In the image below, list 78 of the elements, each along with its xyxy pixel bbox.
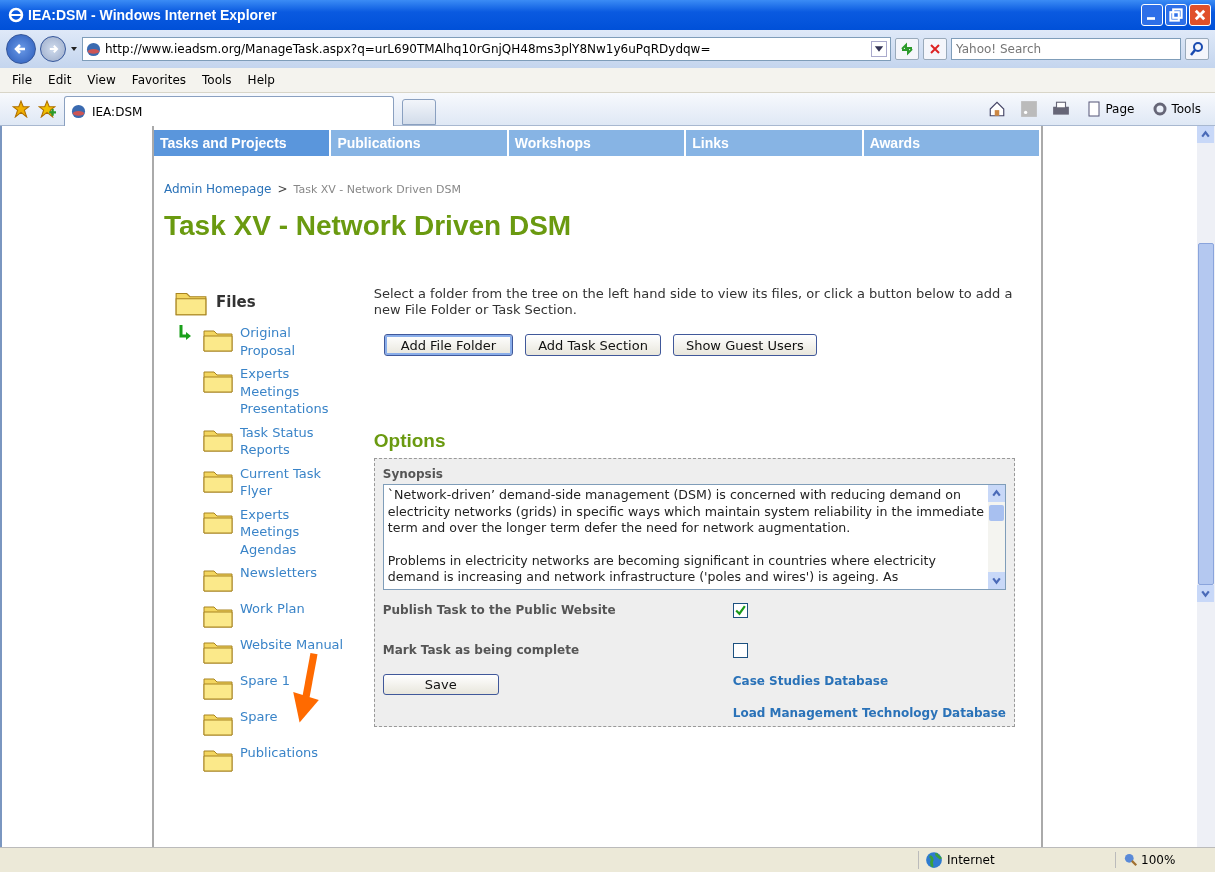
close-icon bbox=[1193, 8, 1207, 22]
scroll-up-icon[interactable] bbox=[988, 485, 1005, 502]
star-icon[interactable] bbox=[12, 100, 30, 118]
folder-link[interactable]: Original Proposal bbox=[240, 324, 348, 359]
nav-tab[interactable]: Tasks and Projects bbox=[154, 130, 332, 156]
back-button[interactable] bbox=[6, 34, 36, 64]
breadcrumb-link[interactable]: Admin Homepage bbox=[164, 182, 272, 196]
folder-link[interactable]: Publications bbox=[240, 744, 348, 762]
action-button[interactable]: Show Guest Users bbox=[672, 334, 817, 356]
folder-link[interactable]: Experts Meetings Agendas bbox=[240, 505, 348, 558]
folder-link[interactable]: Newsletters bbox=[240, 564, 348, 582]
caret-icon[interactable] bbox=[70, 45, 78, 53]
breadcrumb-current: Task XV - Network Driven DSM bbox=[293, 183, 461, 196]
action-button[interactable]: Add File Folder bbox=[383, 334, 514, 356]
menu-item[interactable]: Help bbox=[247, 73, 275, 87]
menu-item[interactable]: View bbox=[87, 73, 116, 87]
new-tab-button[interactable] bbox=[402, 99, 436, 125]
close-button[interactable] bbox=[1189, 4, 1211, 26]
instruction-text: Select a folder from the tree on the left hand side to view its files, or click a button below to add a new File Folder or Task Section. bbox=[373, 286, 1014, 318]
folder-link[interactable]: Experts Meetings Presentations bbox=[240, 365, 348, 418]
breadcrumb-separator: > bbox=[277, 182, 288, 196]
page-heading: Task XV - Network Driven DSM bbox=[164, 210, 573, 242]
action-button[interactable]: Add Task Section bbox=[525, 334, 661, 356]
browser-logo-icon bbox=[8, 7, 24, 23]
site-icon bbox=[86, 41, 101, 57]
home-icon[interactable] bbox=[988, 100, 1007, 118]
restore-icon bbox=[1169, 8, 1183, 22]
folder-link[interactable]: Work Plan bbox=[240, 600, 348, 618]
forward-button[interactable] bbox=[40, 36, 66, 62]
minimize-button[interactable] bbox=[1141, 4, 1163, 26]
setting-label: Publish Task to the Public Website bbox=[382, 603, 617, 617]
checkbox[interactable] bbox=[732, 602, 748, 618]
synopsis-label: Synopsis bbox=[382, 467, 444, 481]
zone-label: Internet bbox=[947, 853, 995, 867]
magnifier-icon bbox=[1124, 853, 1138, 867]
zoom-button[interactable]: 100% bbox=[1115, 852, 1215, 868]
page-icon bbox=[1086, 101, 1103, 117]
menu-item[interactable]: Favorites bbox=[131, 73, 187, 87]
restore-button[interactable] bbox=[1165, 4, 1187, 26]
folder-link[interactable]: Website Manual bbox=[240, 636, 348, 654]
add-favorite-icon[interactable] bbox=[38, 100, 56, 118]
browser-tab[interactable]: IEA:DSM bbox=[64, 96, 394, 126]
menu-item[interactable]: Edit bbox=[48, 73, 72, 87]
scroll-thumb[interactable] bbox=[989, 505, 1004, 521]
scroll-down-icon[interactable] bbox=[988, 572, 1005, 589]
folder-link[interactable]: Task Status Reports bbox=[240, 423, 348, 459]
search-icon bbox=[1188, 41, 1206, 57]
refresh-button[interactable] bbox=[895, 38, 919, 60]
scroll-up-icon[interactable] bbox=[1197, 126, 1214, 143]
folder-link[interactable]: Spare 1 bbox=[240, 672, 348, 690]
scroll-down-icon[interactable] bbox=[1197, 585, 1214, 602]
menu-item[interactable]: Tools bbox=[202, 73, 232, 87]
printer-icon[interactable] bbox=[1052, 100, 1071, 118]
globe-icon bbox=[925, 851, 943, 869]
save-button[interactable]: Save bbox=[382, 674, 499, 695]
menu-item[interactable]: File bbox=[12, 73, 33, 87]
folder-link[interactable]: Current Task Flyer bbox=[240, 464, 348, 500]
stop-button[interactable] bbox=[923, 38, 947, 60]
page-menu-button[interactable]: Page bbox=[1084, 99, 1137, 119]
tree-root-label[interactable]: Files bbox=[216, 293, 256, 311]
scroll-thumb[interactable] bbox=[1198, 243, 1214, 585]
checkbox[interactable] bbox=[732, 642, 748, 658]
search-field[interactable]: Yahoo! Search bbox=[951, 38, 1181, 60]
address-field[interactable]: http://www.ieadsm.org/ManageTask.aspx?q=urL690TMAlhq10rGnjQH48ms3plY8Nw1y6uPqRDydqw= bbox=[82, 37, 891, 61]
dropdown-caret-icon[interactable] bbox=[871, 41, 887, 57]
search-button[interactable] bbox=[1185, 38, 1209, 60]
database-link[interactable]: Load Management Technology Database bbox=[732, 706, 1006, 720]
tools-menu-button[interactable]: Tools bbox=[1150, 99, 1203, 119]
database-link[interactable]: Case Studies Database bbox=[732, 674, 1006, 688]
site-icon bbox=[71, 104, 86, 119]
window-title: IEA:DSM - Windows Internet Explorer bbox=[28, 7, 278, 23]
folder-link[interactable]: Spare bbox=[240, 708, 348, 726]
setting-label: Mark Task as being complete bbox=[382, 643, 581, 657]
minimize-icon bbox=[1147, 17, 1155, 20]
synopsis-textarea[interactable]: `Network-driven’ demand-side management (DSM) is concerned with reducing demand on electricity networks (grids) in specific ways which maintain system reliability in the immediate term and over the longer term defer the need for network augmentation. Problems in electricity networks are becoming significant in countries where electricity demand is increasing and network infrastructure ('poles and wires') is ageing. As bbox=[382, 484, 1006, 590]
page-scrollbar[interactable] bbox=[1197, 126, 1215, 847]
options-heading: Options bbox=[373, 430, 447, 452]
scrollbar[interactable] bbox=[988, 485, 1005, 589]
